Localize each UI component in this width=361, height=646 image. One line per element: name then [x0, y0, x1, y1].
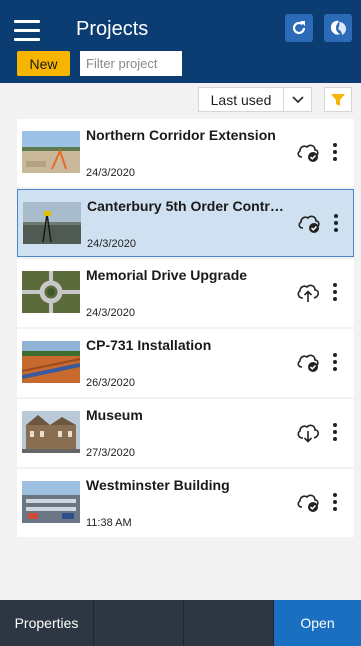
project-row-selected[interactable]: Canterbury 5th Order Control ... 24/3/20… — [17, 189, 354, 257]
sort-bar: Last used — [0, 83, 361, 117]
properties-button[interactable]: Properties — [0, 600, 94, 646]
project-date: 24/3/2020 — [86, 307, 135, 319]
project-row[interactable]: CP-731 Installation 26/3/2020 — [17, 329, 354, 397]
project-row[interactable]: Museum 27/3/2020 — [17, 399, 354, 467]
project-row[interactable]: Westminster Building 11:38 AM — [17, 469, 354, 537]
cloud-synced-icon[interactable] — [295, 351, 321, 373]
project-date: 11:38 AM — [86, 517, 132, 529]
project-name: Northern Corridor Extension — [86, 127, 276, 143]
more-vertical-icon[interactable] — [330, 212, 342, 234]
project-date: 24/3/2020 — [87, 238, 136, 250]
more-vertical-icon[interactable] — [329, 351, 341, 373]
project-thumbnail — [22, 131, 80, 173]
refresh-button[interactable] — [285, 14, 313, 42]
more-vertical-icon[interactable] — [329, 421, 341, 443]
project-row[interactable]: Northern Corridor Extension 24/3/2020 — [17, 119, 354, 187]
project-name: Memorial Drive Upgrade — [86, 267, 248, 283]
chevron-down-icon — [283, 88, 311, 111]
more-vertical-icon[interactable] — [329, 141, 341, 163]
page-title: Projects — [76, 18, 149, 40]
project-thumbnail — [22, 271, 80, 313]
project-name: CP-731 Installation — [86, 337, 212, 353]
empty-action-slot — [184, 600, 274, 646]
more-vertical-icon[interactable] — [329, 281, 341, 303]
filter-button[interactable] — [324, 87, 352, 112]
project-list: Northern Corridor Extension 24/3/2020 Ca… — [17, 119, 354, 539]
project-name: Canterbury 5th Order Control ... — [87, 198, 287, 214]
project-thumbnail — [22, 411, 80, 453]
hamburger-menu-icon[interactable] — [14, 20, 40, 42]
cloud-synced-icon[interactable] — [295, 141, 321, 163]
open-button[interactable]: Open — [274, 600, 361, 646]
empty-action-slot — [94, 600, 184, 646]
project-date: 27/3/2020 — [86, 447, 135, 459]
cloud-download-icon[interactable] — [295, 421, 321, 443]
bottom-action-bar: Properties Open — [0, 600, 361, 646]
sort-selected-value: Last used — [210, 91, 272, 108]
project-thumbnail — [22, 481, 80, 523]
filter-project-input[interactable] — [80, 51, 182, 76]
more-vertical-icon[interactable] — [329, 491, 341, 513]
project-date: 26/3/2020 — [86, 377, 135, 389]
sync-button[interactable] — [324, 14, 352, 42]
project-date: 24/3/2020 — [86, 167, 135, 179]
project-name: Museum — [86, 407, 143, 423]
project-thumbnail — [23, 202, 81, 244]
filter-icon — [331, 93, 345, 106]
refresh-icon — [292, 21, 306, 35]
sync-icon — [331, 20, 346, 35]
sort-dropdown[interactable]: Last used — [198, 87, 312, 112]
app-header: Projects New — [0, 0, 361, 83]
new-project-button[interactable]: New — [17, 51, 70, 76]
cloud-synced-icon[interactable] — [296, 212, 322, 234]
cloud-upload-icon[interactable] — [295, 281, 321, 303]
project-row[interactable]: Memorial Drive Upgrade 24/3/2020 — [17, 259, 354, 327]
project-name: Westminster Building — [86, 477, 230, 493]
project-thumbnail — [22, 341, 80, 383]
cloud-synced-icon[interactable] — [295, 491, 321, 513]
